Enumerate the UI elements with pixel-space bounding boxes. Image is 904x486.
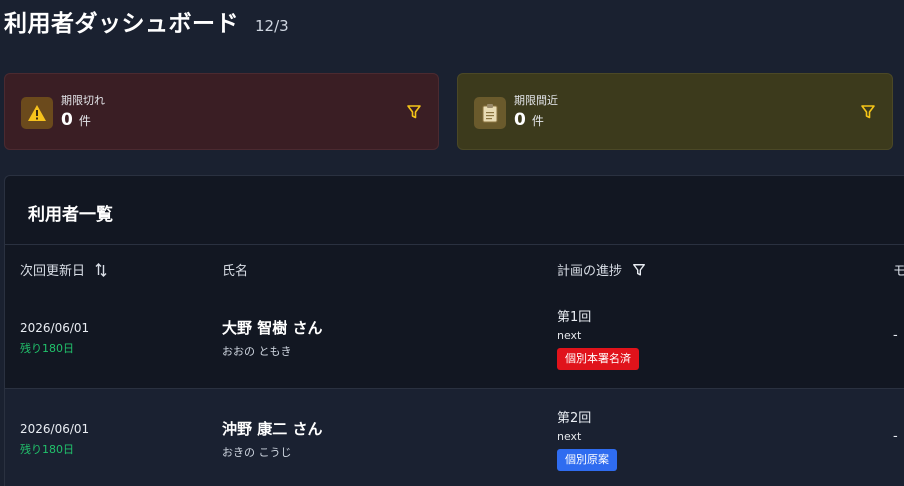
next-label: next [557, 329, 582, 342]
plan-round: 第2回 [557, 411, 592, 426]
table-row[interactable]: 2026/06/01 残り180日 大野 智樹 さん おおの ともき 第1回 n… [5, 288, 904, 388]
users-panel: 利用者一覧 次回更新日 氏名 計画の進捗 モ 2026/06/01 残り180日… [4, 175, 904, 486]
user-name[interactable]: 沖野 康二 さん [222, 418, 322, 439]
next-label: next [557, 430, 582, 443]
plan-round: 第1回 [557, 310, 592, 325]
column-plan-progress[interactable]: 計画の進捗 [557, 260, 646, 279]
user-name[interactable]: 大野 智樹 さん [222, 317, 322, 338]
column-name: 氏名 [222, 260, 248, 279]
user-kana: おおの ともき [222, 345, 292, 358]
current-date: 12/3 [255, 17, 289, 35]
upcoming-count: 0 件 [514, 110, 544, 130]
expired-count: 0 件 [61, 110, 91, 130]
next-update-date: 2026/06/01 [20, 321, 90, 335]
column-next-date[interactable]: 次回更新日 [20, 260, 107, 279]
expired-count-unit: 件 [78, 114, 91, 128]
sort-icon[interactable] [95, 262, 107, 277]
column-label: 次回更新日 [20, 264, 86, 279]
column-label: モ [893, 264, 904, 279]
next-update-date: 2026/06/01 [20, 422, 90, 436]
status-badge: 個別本署名済 [557, 348, 639, 370]
filter-icon[interactable] [406, 104, 422, 124]
status-badge: 個別原案 [557, 449, 617, 471]
upcoming-count-unit: 件 [531, 114, 544, 128]
warning-icon [21, 97, 53, 129]
page-title: 利用者ダッシュボード [4, 11, 239, 37]
filter-icon[interactable] [632, 263, 646, 277]
memo-value: - [893, 429, 898, 444]
upcoming-card[interactable]: 期限間近 0 件 [457, 73, 893, 150]
memo-value: - [893, 328, 898, 343]
expired-count-value: 0 [61, 110, 73, 130]
table-row[interactable]: 2026/06/01 残り180日 沖野 康二 さん おきの こうじ 第2回 n… [5, 388, 904, 486]
expired-card[interactable]: 期限切れ 0 件 [4, 73, 439, 150]
remaining-days: 残り180日 [20, 342, 74, 355]
user-kana: おきの こうじ [222, 446, 292, 459]
table-header: 次回更新日 氏名 計画の進捗 モ [5, 244, 904, 289]
remaining-days: 残り180日 [20, 443, 74, 456]
expired-label: 期限切れ [61, 94, 105, 107]
filter-icon[interactable] [860, 104, 876, 124]
column-memo: モ [893, 260, 904, 279]
column-label: 氏名 [222, 264, 249, 279]
upcoming-label: 期限間近 [514, 94, 558, 107]
column-label: 計画の進捗 [557, 264, 623, 279]
header: 利用者ダッシュボード 12/3 [4, 4, 289, 38]
panel-title: 利用者一覧 [28, 205, 113, 225]
dashboard-page: 利用者ダッシュボード 12/3 期限切れ 0 件 期限間近 0 件 利用者一覧 … [0, 0, 904, 486]
upcoming-count-value: 0 [514, 110, 526, 130]
clipboard-icon [474, 97, 506, 129]
